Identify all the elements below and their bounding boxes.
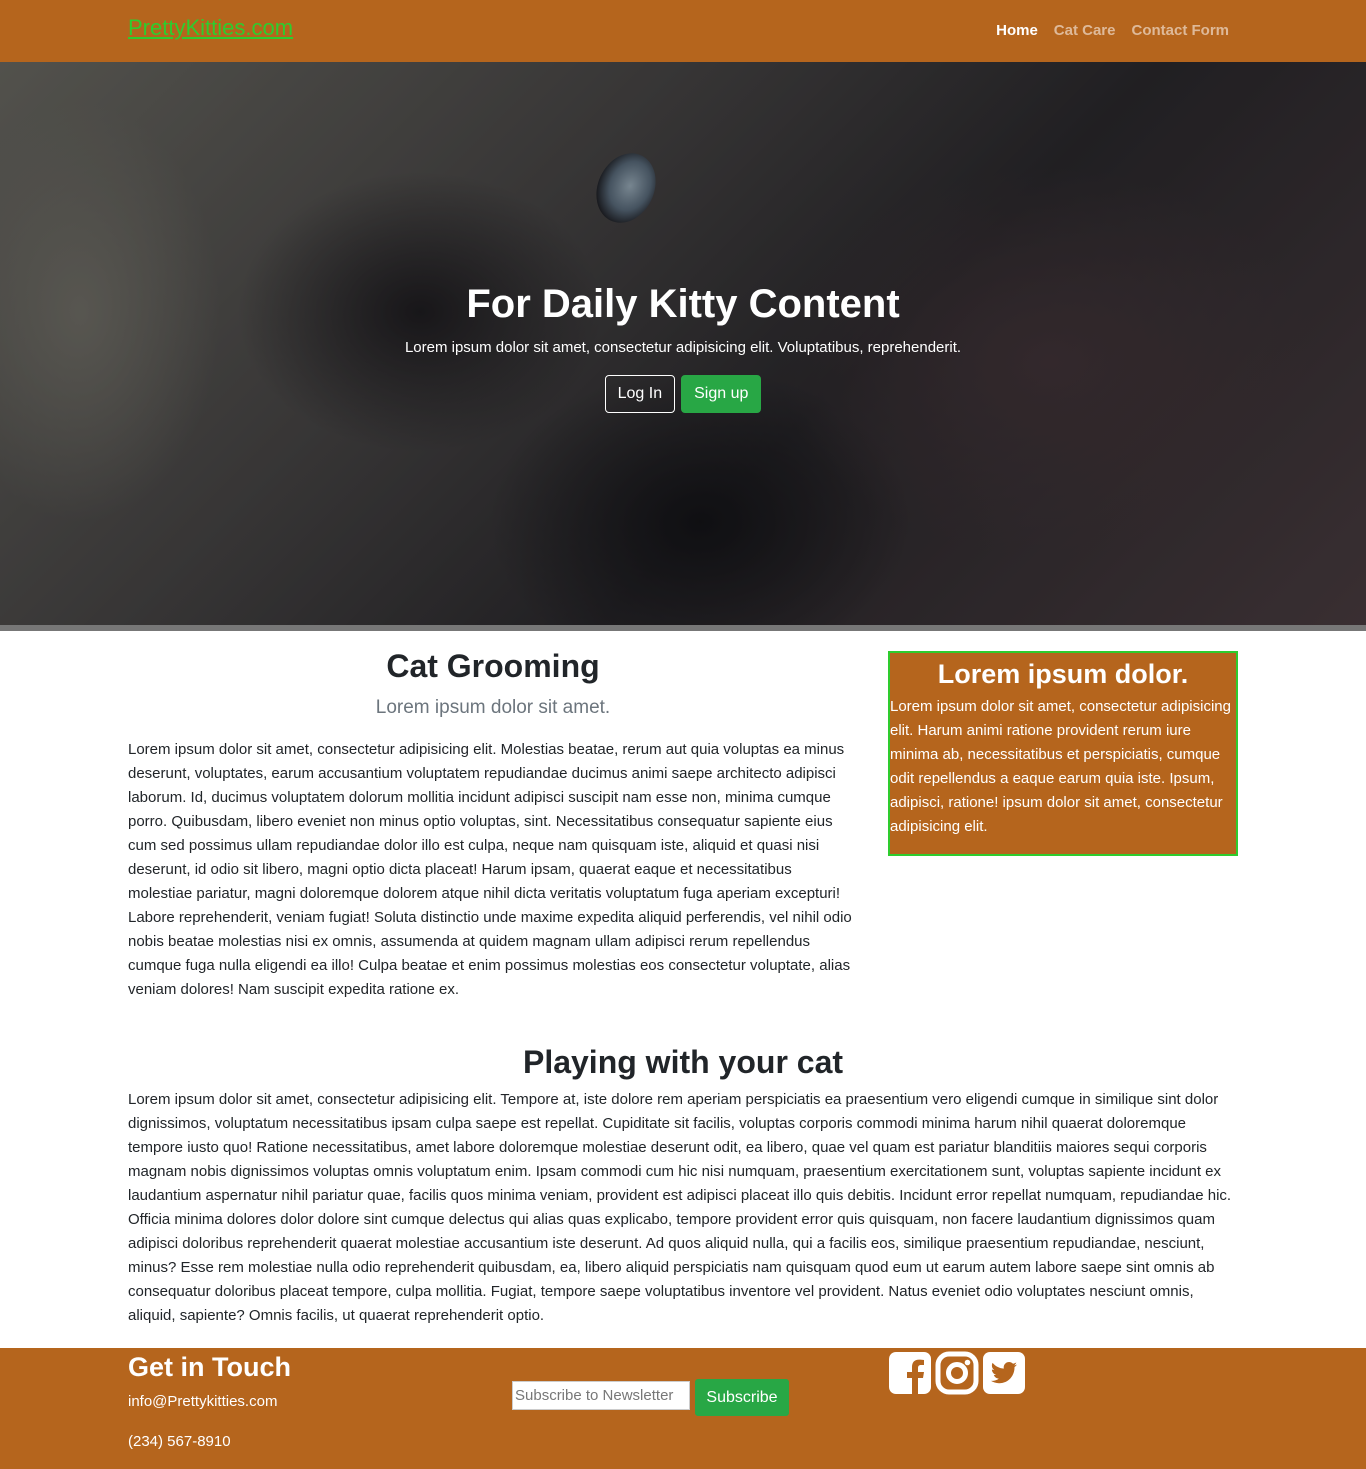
- sidebar-box: Lorem ipsum dolor. Lorem ipsum dolor sit…: [888, 651, 1238, 856]
- nav-links: Home Cat Care Contact Form: [996, 22, 1229, 39]
- footer-phone: (234) 567-8910: [128, 1433, 231, 1450]
- social-links: [888, 1351, 1026, 1395]
- twitter-icon[interactable]: [982, 1351, 1026, 1395]
- hero-divider: [0, 625, 1366, 631]
- footer-email: info@Prettykitties.com: [128, 1393, 278, 1410]
- nav-link-cat-care[interactable]: Cat Care: [1054, 22, 1116, 39]
- hero-buttons: Log In Sign up: [0, 375, 1366, 413]
- subscribe-button[interactable]: Subscribe: [695, 1379, 789, 1416]
- hero-section: For Daily Kitty Content Lorem ipsum dolo…: [0, 62, 1366, 631]
- sidebar-title: Lorem ipsum dolor.: [937, 659, 1189, 689]
- playing-title: Playing with your cat: [522, 1044, 844, 1080]
- grooming-title: Cat Grooming: [386, 648, 600, 684]
- brand-link[interactable]: PrettyKitties.com: [128, 15, 293, 41]
- nav-link-contact-form[interactable]: Contact Form: [1132, 22, 1230, 39]
- grooming-body: Lorem ipsum dolor sit amet, consectetur …: [128, 741, 852, 998]
- newsletter-input[interactable]: [512, 1381, 690, 1410]
- navbar: PrettyKitties.com Home Cat Care Contact …: [0, 0, 1366, 62]
- footer: Get in Touch info@Prettykitties.com (234…: [0, 1348, 1366, 1469]
- login-button[interactable]: Log In: [604, 375, 676, 413]
- facebook-icon[interactable]: [888, 1351, 932, 1395]
- nav-link-home[interactable]: Home: [996, 22, 1038, 39]
- footer-title: Get in Touch: [128, 1352, 291, 1382]
- signup-button[interactable]: Sign up: [681, 375, 762, 413]
- sidebar-body: Lorem ipsum dolor sit amet, consectetur …: [890, 698, 1231, 835]
- hero-subtitle: Lorem ipsum dolor sit amet, consectetur …: [404, 339, 962, 356]
- playing-body: Lorem ipsum dolor sit amet, consectetur …: [128, 1091, 1232, 1324]
- hero-title: For Daily Kitty Content: [466, 282, 900, 326]
- instagram-icon[interactable]: [935, 1351, 979, 1395]
- grooming-subtitle: Lorem ipsum dolor sit amet.: [375, 697, 611, 718]
